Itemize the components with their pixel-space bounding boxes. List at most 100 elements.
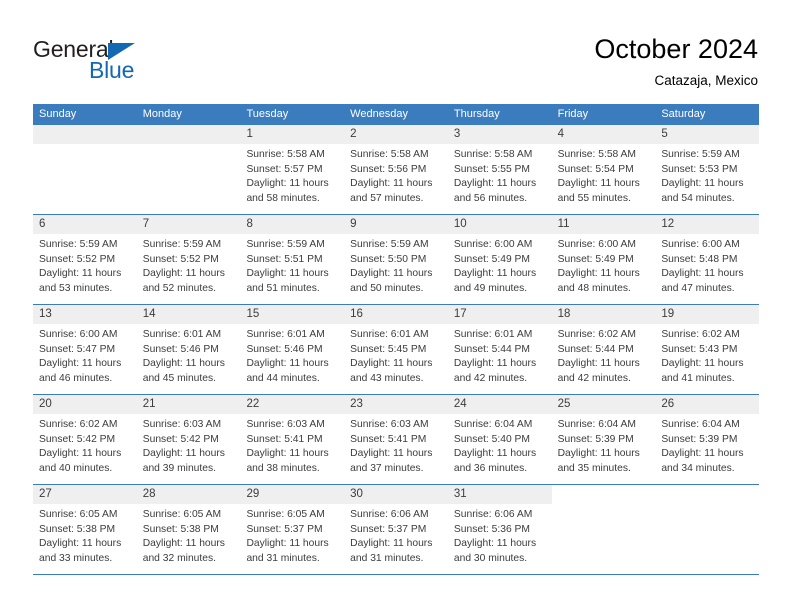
day-daylight2-text: and 50 minutes. xyxy=(350,282,424,294)
day-sunrise-text: Sunrise: 6:03 AM xyxy=(350,419,429,430)
calendar-week-row: 1 Sunrise: 5:58 AM Sunset: 5:57 PM Daylight… xyxy=(33,125,760,215)
day-number: 16 xyxy=(344,305,448,324)
day-cell[interactable]: 25 Sunrise: 6:04 AM Sunset: 5:39 PM Dayligh… xyxy=(551,395,656,484)
day-details: Sunrise: 6:03 AM Sunset: 5:42 PM Daylight:… xyxy=(136,414,241,484)
day-sunrise-text: Sunrise: 5:59 AM xyxy=(246,239,325,250)
day-sunrise-text: Sunrise: 6:04 AM xyxy=(661,419,740,430)
day-cell[interactable]: 17 Sunrise: 6:01 AM Sunset: 5:44 PM Dayligh… xyxy=(447,305,552,394)
day-cell[interactable]: 4 Sunrise: 5:58 AM Sunset: 5:54 PM Daylight… xyxy=(551,125,656,214)
day-daylight2-text: and 45 minutes. xyxy=(142,372,216,384)
day-sunrise-text: Sunrise: 5:58 AM xyxy=(453,149,533,160)
day-daylight1-text: Daylight: 11 hours xyxy=(142,358,225,370)
day-sunset-text: Sunset: 5:55 PM xyxy=(453,163,531,175)
day-cell[interactable]: 6 Sunrise: 5:59 AM Sunset: 5:52 PM Daylight… xyxy=(33,215,137,304)
day-sunrise-text: Sunrise: 6:02 AM xyxy=(39,419,118,430)
day-cell[interactable]: 23 Sunrise: 6:03 AM Sunset: 5:41 PM Dayligh… xyxy=(344,395,448,484)
day-daylight2-text: and 54 minutes. xyxy=(661,192,735,204)
day-cell[interactable]: 5 Sunrise: 5:59 AM Sunset: 5:53 PM Daylight… xyxy=(655,125,760,214)
day-details xyxy=(33,144,137,214)
calendar-page: General Blue October 2024 Catazaja, Mexi… xyxy=(0,0,792,612)
day-number: 15 xyxy=(240,305,345,324)
day-cell[interactable]: 15 Sunrise: 6:01 AM Sunset: 5:46 PM Dayligh… xyxy=(240,305,345,394)
day-cell[interactable]: 21 Sunrise: 6:03 AM Sunset: 5:42 PM Dayligh… xyxy=(136,395,241,484)
day-daylight1-text: Daylight: 11 hours xyxy=(350,448,433,460)
day-cell[interactable]: 13 Sunrise: 6:00 AM Sunset: 5:47 PM Dayligh… xyxy=(33,305,137,394)
day-details: Sunrise: 5:59 AM Sunset: 5:50 PM Daylight:… xyxy=(344,234,448,304)
day-details: Sunrise: 6:00 AM Sunset: 5:49 PM Daylight:… xyxy=(447,234,552,304)
day-cell[interactable]: 28 Sunrise: 6:05 AM Sunset: 5:38 PM Dayligh… xyxy=(136,485,241,574)
day-details: Sunrise: 5:59 AM Sunset: 5:53 PM Daylight:… xyxy=(655,144,760,214)
day-cell[interactable]: 3 Sunrise: 5:58 AM Sunset: 5:55 PM Daylight… xyxy=(447,125,552,214)
day-cell[interactable]: 26 Sunrise: 6:04 AM Sunset: 5:39 PM Dayligh… xyxy=(655,395,760,484)
calendar-week-row: 20 Sunrise: 6:02 AM Sunset: 5:42 PM Dayligh… xyxy=(33,395,760,485)
weekday-header-wednesday: Wednesday xyxy=(350,108,409,120)
day-cell[interactable]: 29 Sunrise: 6:05 AM Sunset: 5:37 PM Dayligh… xyxy=(240,485,345,574)
day-daylight1-text: Daylight: 11 hours xyxy=(39,448,122,460)
day-daylight1-text: Daylight: 11 hours xyxy=(453,268,537,280)
weekday-header-row: Sunday Monday Tuesday Wednesday Thursday Frid… xyxy=(33,104,759,125)
weekday-header-saturday: Saturday xyxy=(661,108,706,120)
title-block: October 2024 Catazaja, Mexico xyxy=(594,33,758,91)
day-number: 29 xyxy=(240,485,345,504)
day-sunset-text: Sunset: 5:52 PM xyxy=(39,253,116,265)
day-sunset-text: Sunset: 5:37 PM xyxy=(350,523,427,535)
day-daylight2-text: and 55 minutes. xyxy=(557,192,631,204)
day-number: 6 xyxy=(33,215,137,234)
day-cell[interactable]: 24 Sunrise: 6:04 AM Sunset: 5:40 PM Dayligh… xyxy=(447,395,552,484)
day-cell[interactable]: 16 Sunrise: 6:01 AM Sunset: 5:45 PM Dayligh… xyxy=(344,305,448,394)
day-daylight2-text: and 40 minutes. xyxy=(39,462,113,474)
day-daylight1-text: Daylight: 11 hours xyxy=(453,448,537,460)
day-cell[interactable]: 31 Sunrise: 6:06 AM Sunset: 5:36 PM Dayligh… xyxy=(447,485,552,574)
day-daylight2-text: and 51 minutes. xyxy=(246,282,320,294)
day-details: Sunrise: 6:06 AM Sunset: 5:37 PM Daylight:… xyxy=(344,504,448,574)
day-cell[interactable]: 8 Sunrise: 5:59 AM Sunset: 5:51 PM Daylight… xyxy=(240,215,345,304)
day-sunset-text: Sunset: 5:39 PM xyxy=(557,433,634,445)
day-cell[interactable]: 22 Sunrise: 6:03 AM Sunset: 5:41 PM Dayligh… xyxy=(240,395,345,484)
day-details: Sunrise: 5:58 AM Sunset: 5:56 PM Daylight:… xyxy=(344,144,448,214)
day-daylight1-text: Daylight: 11 hours xyxy=(350,538,433,550)
day-number: 7 xyxy=(136,215,241,234)
day-cell[interactable]: 27 Sunrise: 6:05 AM Sunset: 5:38 PM Dayligh… xyxy=(33,485,137,574)
day-sunrise-text: Sunrise: 6:06 AM xyxy=(350,509,429,520)
day-cell[interactable]: 11 Sunrise: 6:00 AM Sunset: 5:49 PM Dayligh… xyxy=(551,215,656,304)
day-daylight2-text: and 39 minutes. xyxy=(142,462,216,474)
day-cell[interactable]: 7 Sunrise: 5:59 AM Sunset: 5:52 PM Daylight… xyxy=(136,215,241,304)
day-cell[interactable]: 2 Sunrise: 5:58 AM Sunset: 5:56 PM Daylight… xyxy=(344,125,448,214)
day-sunset-text: Sunset: 5:36 PM xyxy=(453,523,531,535)
day-daylight1-text: Daylight: 11 hours xyxy=(557,268,640,280)
day-number: 2 xyxy=(344,125,448,144)
day-sunrise-text: Sunrise: 6:03 AM xyxy=(246,419,325,430)
day-sunrise-text: Sunrise: 6:00 AM xyxy=(453,239,533,250)
day-number: 14 xyxy=(136,305,241,324)
day-details: Sunrise: 6:04 AM Sunset: 5:39 PM Daylight:… xyxy=(551,414,656,484)
brand-logo[interactable]: General Blue xyxy=(33,36,233,86)
day-cell[interactable]: 14 Sunrise: 6:01 AM Sunset: 5:46 PM Dayligh… xyxy=(136,305,241,394)
day-number: 10 xyxy=(447,215,552,234)
day-cell[interactable]: 30 Sunrise: 6:06 AM Sunset: 5:37 PM Dayligh… xyxy=(344,485,448,574)
day-cell[interactable]: 18 Sunrise: 6:02 AM Sunset: 5:44 PM Dayligh… xyxy=(551,305,656,394)
day-cell[interactable]: 20 Sunrise: 6:02 AM Sunset: 5:42 PM Dayligh… xyxy=(33,395,137,484)
calendar-grid: Sunday Monday Tuesday Wednesday Thursday Frid… xyxy=(33,104,760,575)
day-cell[interactable]: 19 Sunrise: 6:02 AM Sunset: 5:43 PM Dayligh… xyxy=(655,305,760,394)
day-daylight1-text: Daylight: 11 hours xyxy=(39,358,122,370)
day-daylight2-text: and 35 minutes. xyxy=(557,462,631,474)
day-sunset-text: Sunset: 5:57 PM xyxy=(246,163,323,175)
page-header: General Blue October 2024 Catazaja, Mexi… xyxy=(0,0,792,100)
day-sunrise-text: Sunrise: 5:59 AM xyxy=(661,149,740,160)
day-daylight1-text: Daylight: 11 hours xyxy=(246,448,329,460)
day-cell[interactable]: 1 Sunrise: 5:58 AM Sunset: 5:57 PM Daylight… xyxy=(240,125,345,214)
day-number: 27 xyxy=(33,485,137,504)
day-number: 8 xyxy=(240,215,345,234)
day-sunset-text: Sunset: 5:49 PM xyxy=(453,253,531,265)
day-daylight2-text: and 36 minutes. xyxy=(453,462,528,474)
day-cell[interactable]: 12 Sunrise: 6:00 AM Sunset: 5:48 PM Dayligh… xyxy=(655,215,760,304)
day-cell[interactable]: 10 Sunrise: 6:00 AM Sunset: 5:49 PM Dayligh… xyxy=(447,215,552,304)
day-cell[interactable]: 9 Sunrise: 5:59 AM Sunset: 5:50 PM Daylight… xyxy=(344,215,448,304)
day-sunset-text: Sunset: 5:45 PM xyxy=(350,343,427,355)
calendar-week-row: 13 Sunrise: 6:00 AM Sunset: 5:47 PM Dayligh… xyxy=(33,305,760,395)
day-details: Sunrise: 6:00 AM Sunset: 5:49 PM Daylight:… xyxy=(551,234,656,304)
day-daylight2-text: and 31 minutes. xyxy=(246,552,320,564)
day-daylight2-text: and 47 minutes. xyxy=(661,282,735,294)
day-sunset-text: Sunset: 5:44 PM xyxy=(557,343,634,355)
day-sunrise-text: Sunrise: 5:58 AM xyxy=(557,149,637,160)
